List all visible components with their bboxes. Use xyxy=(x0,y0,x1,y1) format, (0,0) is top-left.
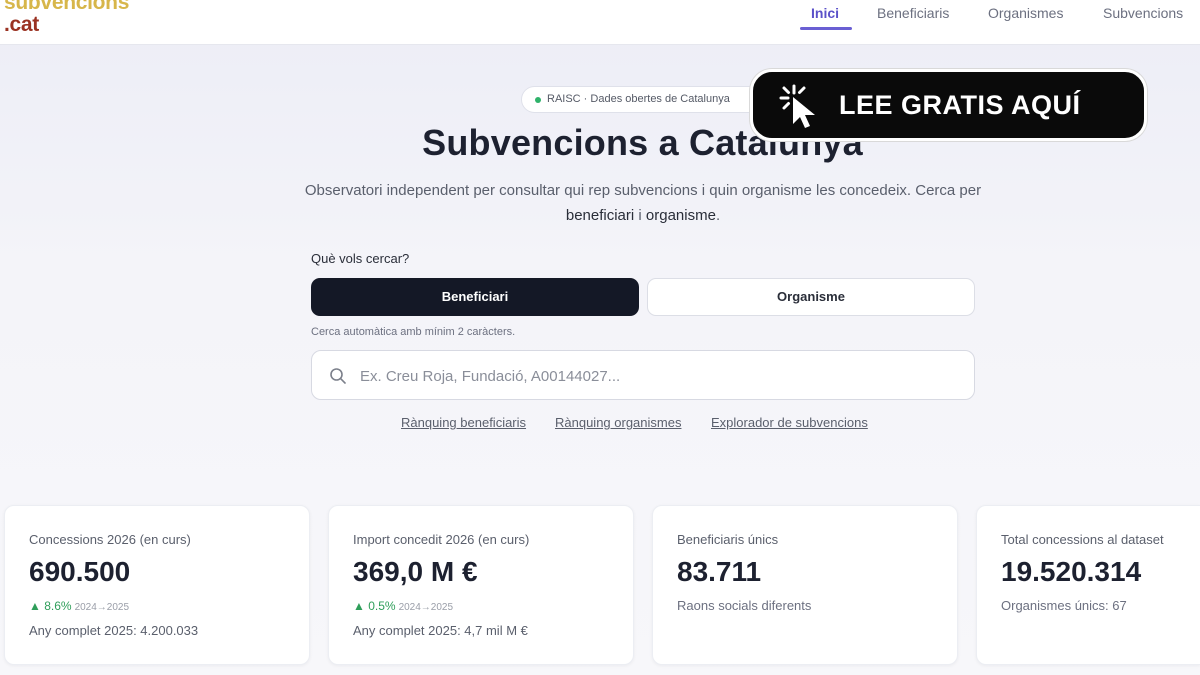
search-input[interactable] xyxy=(360,363,950,389)
active-nav-indicator xyxy=(800,27,852,30)
stat-sub: Any complet 2025: 4.200.033 xyxy=(29,623,199,638)
link-ranking-organismes[interactable]: Rànquing organismes xyxy=(555,415,681,430)
source-pill: RAISC · Dades obertes de Catalunya xyxy=(521,86,781,113)
stat-sub: Organismes únics: 67 xyxy=(1001,598,1127,613)
stat-label: Import concedit 2026 (en curs) xyxy=(353,532,530,547)
subtitle-organisme: organisme xyxy=(645,207,716,224)
status-dot-icon xyxy=(535,97,541,103)
subtitle-connector: i xyxy=(634,207,646,224)
search-hint: Cerca automàtica amb mínim 2 caràcters. xyxy=(311,326,516,338)
cta-label: LEE GRATIS AQUÍ xyxy=(839,90,1081,120)
nav-beneficiaris[interactable]: Beneficiaris xyxy=(877,4,949,30)
subtitle-beneficiari: beneficiari xyxy=(565,207,635,224)
subtitle-text: Observatori independent per consultar qu… xyxy=(304,182,982,199)
source-pill-text: RAISC · Dades obertes de Catalunya xyxy=(547,93,730,105)
subtitle-end: . xyxy=(715,207,721,224)
toggle-organisme[interactable]: Organisme xyxy=(647,278,975,316)
stat-sub: Any complet 2025: 4,7 mil M € xyxy=(353,623,528,638)
read-free-cta-button[interactable]: LEE GRATIS AQUÍ xyxy=(750,69,1147,141)
link-ranking-beneficiaris[interactable]: Rànquing beneficiaris xyxy=(401,415,526,430)
stat-card-beneficiaris: Beneficiaris únics 83.711 Raons socials … xyxy=(652,505,958,665)
main-nav: Inici Beneficiaris Organismes Subvencion… xyxy=(0,0,1200,45)
search-question: Què vols cercar? xyxy=(311,251,410,266)
stat-delta-value: ▲ 8.6% xyxy=(29,599,72,613)
nav-subvencions[interactable]: Subvencions xyxy=(1103,4,1183,30)
stat-label: Beneficiaris únics xyxy=(677,532,779,547)
stat-card-total: Total concessions al dataset 19.520.314 … xyxy=(976,505,1200,665)
stat-delta-value: ▲ 0.5% xyxy=(353,599,396,613)
search-icon xyxy=(330,368,346,384)
link-explorador-subvencions[interactable]: Explorador de subvencions xyxy=(711,415,868,430)
stat-card-import: Import concedit 2026 (en curs) 369,0 M €… xyxy=(328,505,634,665)
stat-delta-period: 2024→2025 xyxy=(398,602,454,613)
stat-card-concessions: Concessions 2026 (en curs) 690.500 ▲ 8.6… xyxy=(4,505,310,665)
search-box[interactable] xyxy=(311,350,975,400)
stat-delta-period: 2024→2025 xyxy=(74,602,130,613)
top-navbar: subvencions .cat Inici Beneficiaris Orga… xyxy=(0,0,1200,45)
stat-label: Total concessions al dataset xyxy=(1001,532,1164,547)
stat-delta: ▲ 8.6% 2024→2025 xyxy=(29,599,129,613)
toggle-beneficiari[interactable]: Beneficiari xyxy=(311,278,639,316)
stat-sub: Raons socials diferents xyxy=(677,598,812,613)
click-cursor-icon xyxy=(779,84,815,128)
nav-organismes[interactable]: Organismes xyxy=(988,4,1063,30)
page-subtitle: Observatori independent per consultar qu… xyxy=(265,178,1021,228)
stat-delta: ▲ 0.5% 2024→2025 xyxy=(353,599,453,613)
stat-value: 19.520.314 xyxy=(1001,556,1142,587)
stat-value: 690.500 xyxy=(29,556,131,587)
stat-value: 369,0 M € xyxy=(353,556,478,587)
stat-value: 83.711 xyxy=(677,556,762,587)
stat-label: Concessions 2026 (en curs) xyxy=(29,532,191,547)
